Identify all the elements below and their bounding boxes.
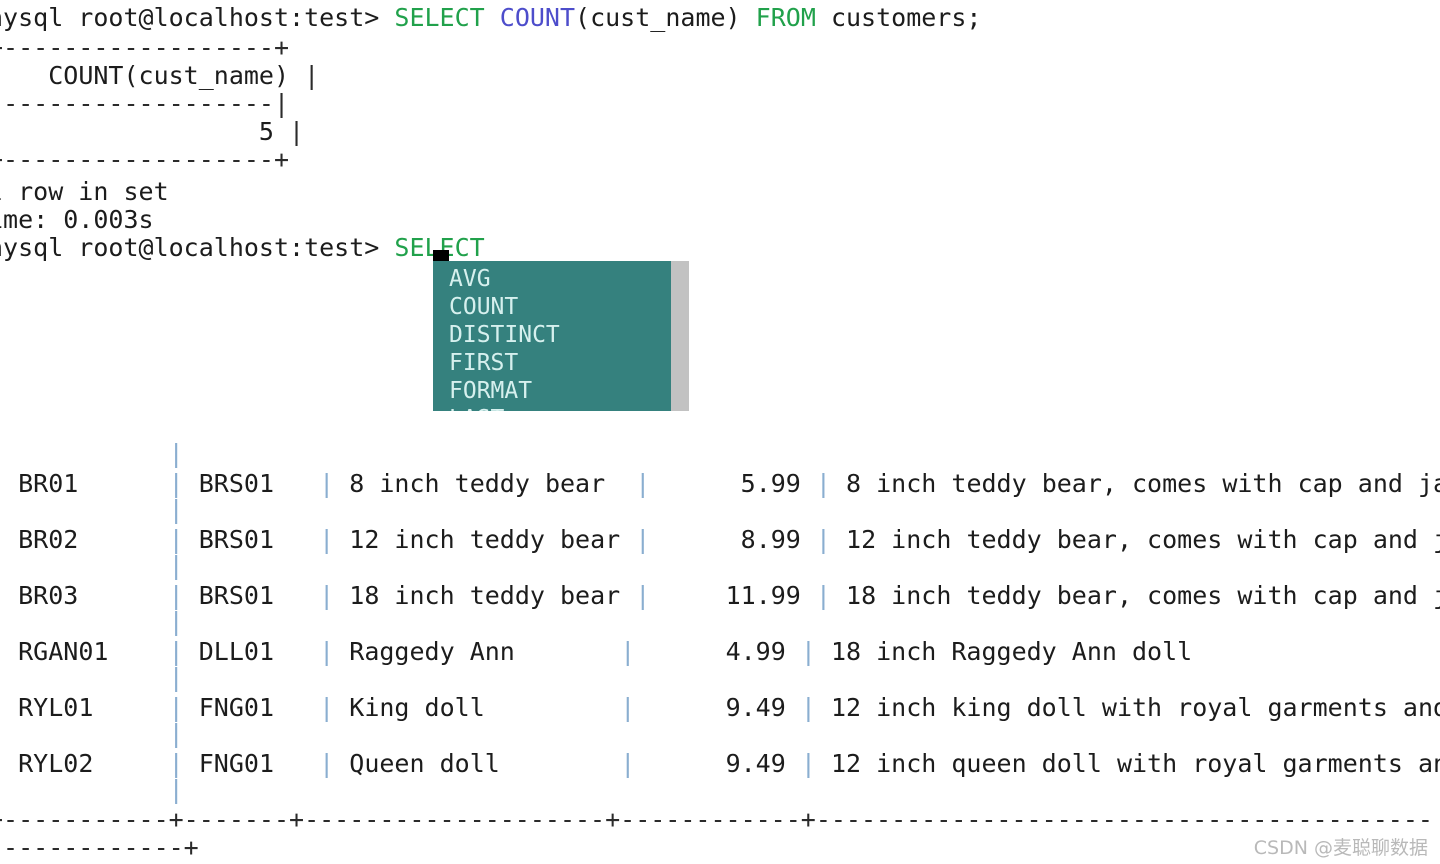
result-border-middle: |------------------| — [0, 90, 289, 118]
sql-keyword-select: SELECT — [394, 3, 485, 32]
query-line-1: nysql root@localhost:test> SELECT COUNT(… — [0, 4, 981, 32]
count-value: 5 — [3, 117, 290, 146]
cell-prod-desc: 12 inch queen doll with royal garments a… — [830, 749, 1440, 778]
cell-prod-id: RGAN01 — [18, 637, 109, 666]
table-row: | BR01 | BRS01 | 8 inch teddy bear | 5.9… — [0, 470, 1440, 498]
cell-prod-name: 18 inch teddy bear — [349, 581, 621, 610]
pipe-right: | — [274, 89, 290, 118]
pipe-right: | — [289, 117, 305, 146]
rows-affected-status: l row in set — [0, 177, 169, 206]
table-row: | BR02 | BRS01 | 12 inch teddy bear | 8.… — [0, 526, 1440, 554]
cell-prod-name: 12 inch teddy bear — [349, 525, 621, 554]
cell-vend-id: BRS01 — [198, 469, 275, 498]
cell-prod-price: 4.99 — [650, 637, 786, 666]
cell-prod-name: Raggedy Ann — [349, 637, 606, 666]
border-dashes: ------------------ — [3, 89, 274, 118]
autocomplete-item-distinct[interactable]: DISTINCT — [433, 321, 671, 349]
cell-prod-desc: 18 inch Raggedy Ann doll — [830, 637, 1193, 666]
autocomplete-item-last[interactable]: LAST — [433, 405, 671, 411]
cell-prod-id: BR02 — [18, 525, 79, 554]
autocomplete-list[interactable]: AVG COUNT DISTINCT FIRST FORMAT LAST — [433, 261, 671, 411]
products-footer-border-line-1: +-----------+-------+-------------------… — [0, 805, 1433, 834]
products-row-4-continuation: | — [168, 663, 184, 692]
cell-vend-id: BRS01 — [198, 581, 275, 610]
cell-prod-desc: 12 inch king doll with royal garments an… — [830, 693, 1440, 722]
terminal-window[interactable]: nysql root@localhost:test> SELECT COUNT(… — [0, 0, 1440, 864]
cell-prod-desc: 18 inch teddy bear, comes with cap and j… — [846, 581, 1440, 610]
products-footer-border-line-2: -------------+ — [0, 833, 199, 862]
products-row-1-continuation: | — [168, 495, 184, 524]
cell-prod-id: RYL01 — [18, 693, 94, 722]
cell-vend-id: FNG01 — [198, 749, 275, 778]
cell-vend-id: FNG01 — [198, 693, 275, 722]
cell-prod-price: 9.49 — [650, 749, 786, 778]
autocomplete-popup[interactable]: AVG COUNT DISTINCT FIRST FORMAT LAST — [433, 261, 689, 411]
table-row: | RYL02 | FNG01 | Queen doll | 9.49 | 12… — [0, 750, 1440, 778]
autocomplete-scrollbar-thumb[interactable] — [671, 261, 689, 411]
cell-prod-name: 8 inch teddy bear — [349, 469, 621, 498]
cell-prod-name: Queen doll — [349, 749, 606, 778]
cell-prod-id: BR01 — [18, 469, 79, 498]
query-line-2: nysql root@localhost:test> SELECT — [0, 234, 485, 262]
cell-prod-price: 5.99 — [665, 469, 801, 498]
autocomplete-scrollbar[interactable] — [671, 261, 689, 411]
cell-prod-price: 9.49 — [650, 693, 786, 722]
cell-prod-id: RYL02 — [18, 749, 94, 778]
column-header-count: COUNT(cust_name) — [3, 61, 305, 90]
csdn-watermark: CSDN @麦聪聊数据 — [1253, 837, 1428, 859]
table-row: | RGAN01 | DLL01 | Raggedy Ann | 4.99 | … — [0, 637, 1193, 666]
result-border-bottom: +------------------+ — [0, 145, 290, 174]
autocomplete-item-first[interactable]: FIRST — [433, 349, 671, 377]
products-row-6-continuation: | — [168, 775, 184, 804]
products-row-2-continuation: | — [168, 551, 184, 580]
cell-prod-name: King doll — [349, 693, 606, 722]
query-time-status: ime: 0.003s — [0, 205, 154, 234]
cell-prod-id: BR03 — [18, 581, 79, 610]
result-value-row: | 5 | — [0, 118, 304, 146]
prompt-label: nysql root@localhost:test> — [0, 233, 395, 262]
sql-table-name: customers; — [815, 3, 982, 32]
prompt-label: nysql root@localhost:test> — [0, 3, 395, 32]
pipe-right: | — [304, 61, 320, 90]
cell-prod-desc: 12 inch teddy bear, comes with cap and j… — [846, 525, 1440, 554]
sql-keyword-from: FROM — [755, 3, 816, 32]
result-border-top: +------------------+ — [0, 33, 290, 62]
sql-args: (cust_name) — [575, 3, 741, 32]
cell-prod-desc: 8 inch teddy bear, comes with cap and ja… — [846, 469, 1440, 498]
autocomplete-item-format[interactable]: FORMAT — [433, 377, 671, 405]
cell-prod-price: 8.99 — [665, 525, 801, 554]
products-row-5-continuation: | — [168, 719, 184, 748]
result-header-row: | COUNT(cust_name) | — [0, 62, 319, 90]
sql-function-count: COUNT — [499, 3, 576, 32]
products-row-0-continuation: | — [168, 439, 184, 468]
cell-vend-id: DLL01 — [198, 637, 275, 666]
autocomplete-item-count[interactable]: COUNT — [433, 293, 671, 321]
products-row-3-continuation: | — [168, 607, 184, 636]
table-row: | BR03 | BRS01 | 18 inch teddy bear | 11… — [0, 582, 1440, 610]
cell-vend-id: BRS01 — [198, 525, 275, 554]
autocomplete-item-avg[interactable]: AVG — [433, 265, 671, 293]
cell-prod-price: 11.99 — [665, 581, 801, 610]
table-row: | RYL01 | FNG01 | King doll | 9.49 | 12 … — [0, 694, 1440, 722]
